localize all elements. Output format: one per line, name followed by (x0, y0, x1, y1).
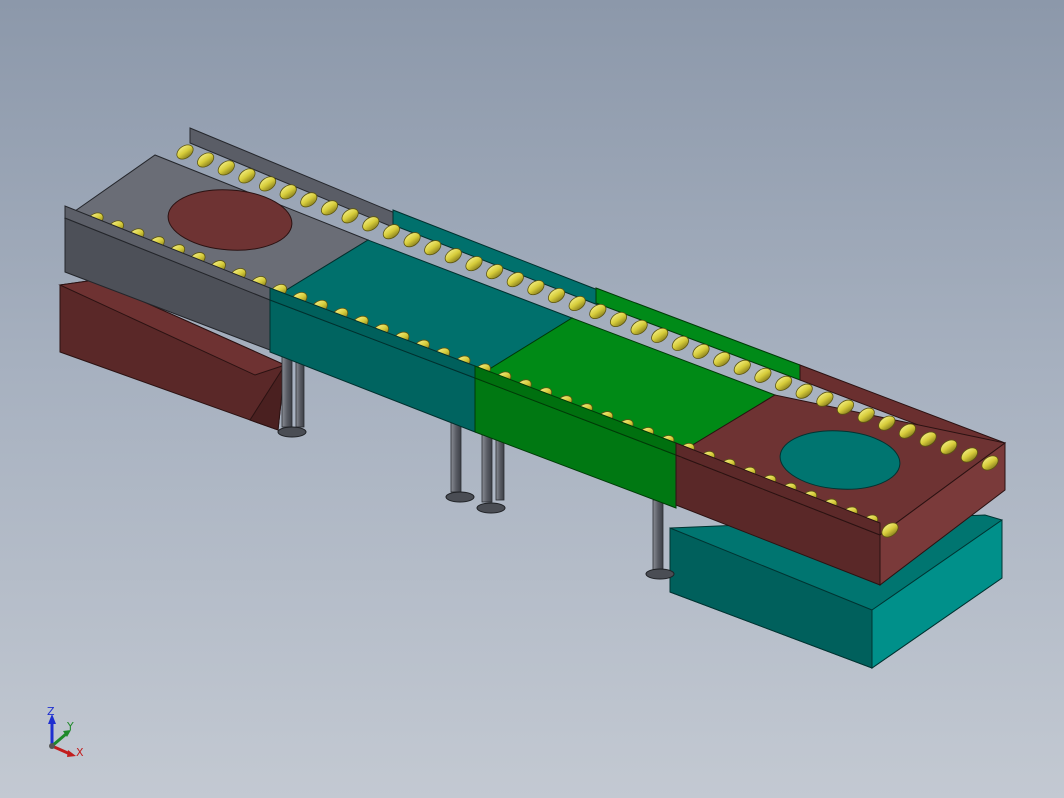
conveyor-assembly-model[interactable] (0, 0, 1064, 798)
axis-y-label: Y (67, 720, 74, 733)
axis-x-label: X (76, 746, 84, 759)
coordinate-triad-icon: Z Y X (38, 700, 98, 766)
axis-z-label: Z (47, 705, 55, 718)
back-rail-roller (176, 144, 194, 160)
leg-1 (277, 354, 307, 438)
leg-2 (445, 419, 475, 503)
graphics-viewport[interactable]: Z Y X (0, 0, 1064, 798)
leg-3 (476, 429, 506, 514)
